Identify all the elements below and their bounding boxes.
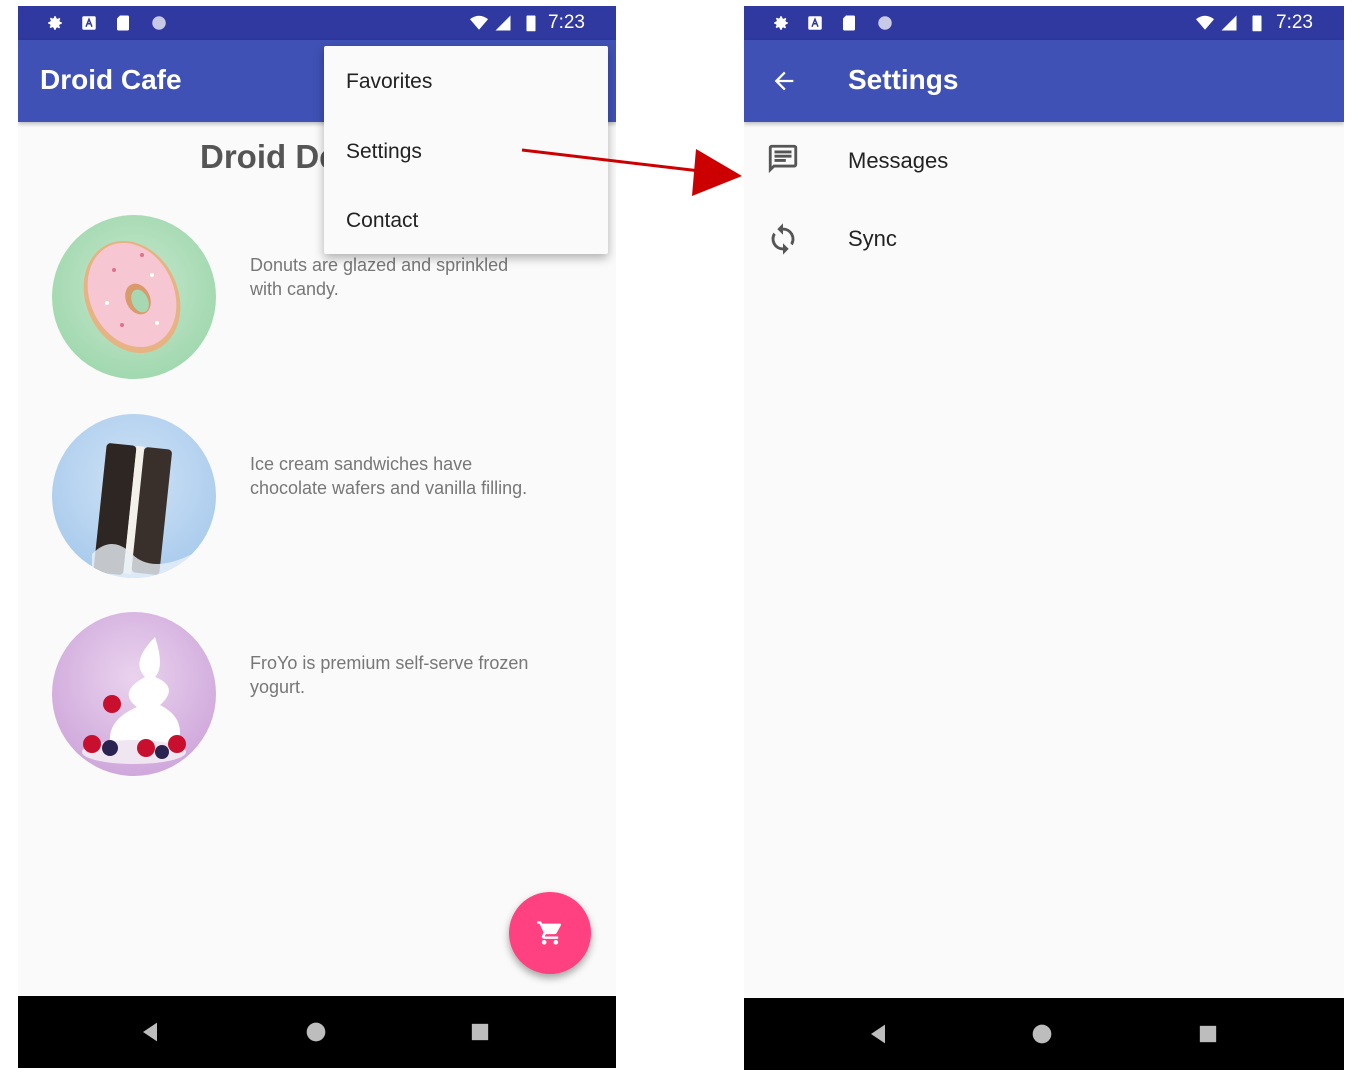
notification-a-icon [808, 16, 822, 30]
wifi-icon [1196, 15, 1214, 30]
battery-icon [1252, 15, 1262, 32]
overflow-menu: Favorites Settings Contact [324, 46, 608, 254]
settings-gear-icon [774, 16, 788, 30]
settings-gear-icon [48, 16, 62, 30]
message-icon [768, 144, 798, 174]
circle-status-icon [878, 16, 892, 30]
navigation-bar [18, 996, 616, 1068]
navigation-bar [744, 998, 1344, 1070]
page-title: Settings [848, 64, 959, 95]
notification-a-icon [82, 16, 96, 30]
status-bar: 7:23 [18, 6, 616, 40]
shopping-cart-icon [537, 921, 562, 945]
settings-row-label: Sync [848, 226, 897, 251]
circle-status-icon [152, 16, 166, 30]
home-nav-icon[interactable] [302, 1018, 330, 1046]
sd-card-icon [843, 15, 855, 31]
status-time: 7:23 [1276, 12, 1313, 33]
donut-description: Donuts are glazed and sprinkled with can… [250, 255, 509, 299]
cart-fab-button[interactable] [509, 892, 591, 974]
page-heading: Droid De [200, 138, 338, 175]
ice-cream-sandwich-image[interactable] [52, 414, 216, 578]
settings-screen: 7:23 Settings Messages Sync [744, 6, 1344, 1070]
droid-cafe-screen: 7:23 Droid Cafe Droid De Donuts are glaz… [18, 6, 616, 1068]
app-title: Droid Cafe [40, 64, 182, 95]
menu-item-contact[interactable]: Contact [346, 209, 418, 233]
recents-nav-icon[interactable] [1194, 1020, 1222, 1048]
menu-item-settings[interactable]: Settings [346, 140, 422, 164]
battery-icon [526, 15, 536, 32]
cell-signal-icon [495, 15, 511, 31]
donut-image[interactable] [52, 215, 216, 379]
sd-card-icon [117, 15, 129, 31]
back-nav-icon[interactable] [136, 1018, 164, 1046]
home-nav-icon[interactable] [1028, 1020, 1056, 1048]
froyo-description: FroYo is premium self-serve frozen yogur… [250, 653, 529, 697]
recents-nav-icon[interactable] [466, 1018, 494, 1046]
froyo-image[interactable] [52, 612, 216, 776]
app-bar: Settings [744, 40, 1344, 122]
wifi-icon [470, 15, 488, 30]
menu-item-favorites[interactable]: Favorites [346, 70, 432, 94]
settings-row-label: Messages [848, 148, 949, 173]
settings-row-messages[interactable]: Messages [744, 122, 1344, 200]
cell-signal-icon [1221, 15, 1237, 31]
back-nav-icon[interactable] [864, 1020, 892, 1048]
settings-row-sync[interactable]: Sync [744, 200, 1344, 278]
arrow-back-icon[interactable] [770, 67, 798, 95]
status-time: 7:23 [548, 12, 585, 33]
ice-cream-sandwich-description: Ice cream sandwiches have chocolate wafe… [250, 454, 528, 498]
sync-icon [771, 223, 795, 255]
status-bar: 7:23 [744, 6, 1344, 40]
